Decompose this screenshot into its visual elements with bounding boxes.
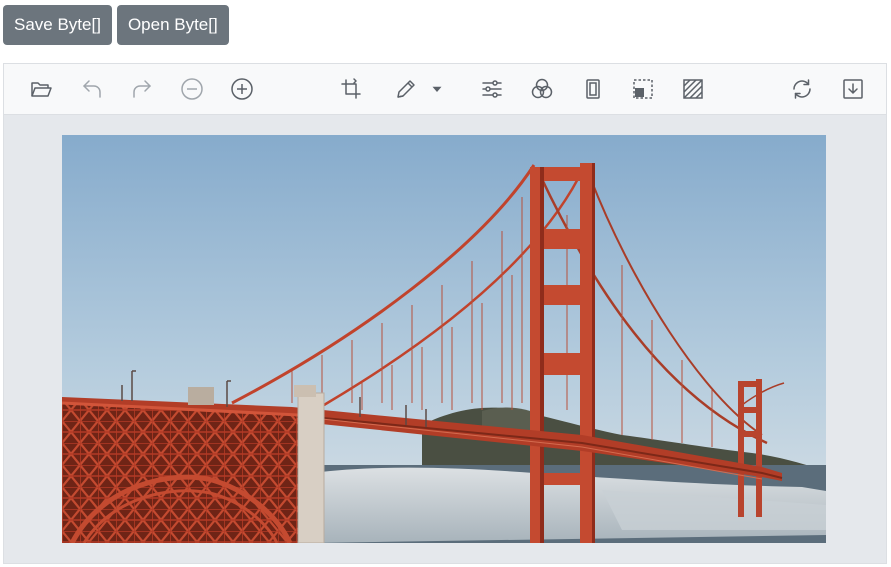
frame-tool[interactable]: [580, 76, 606, 102]
selection-icon: [633, 79, 653, 99]
zoom-out-icon: [181, 78, 203, 100]
save-byte-button[interactable]: Save Byte[]: [3, 5, 112, 45]
hatch-pattern-icon: [683, 79, 703, 99]
reset-icon: [793, 79, 811, 99]
adjust-sliders-icon: [482, 80, 502, 98]
zoom-out-tool[interactable]: [179, 76, 205, 102]
draw-dropdown-toggle[interactable]: [428, 76, 446, 102]
draw-tool[interactable]: [393, 76, 419, 102]
undo-tool[interactable]: [79, 76, 105, 102]
folder-open-icon: [31, 82, 52, 97]
redo-icon: [133, 80, 151, 98]
pattern-tool[interactable]: [680, 76, 706, 102]
image-editor: [3, 63, 887, 564]
undo-icon: [83, 80, 101, 98]
chevron-down-icon: [432, 86, 442, 92]
selection-tool[interactable]: [630, 76, 656, 102]
zoom-in-icon: [231, 78, 253, 100]
adjust-tool[interactable]: [479, 76, 505, 102]
canvas-area: [4, 115, 886, 563]
download-tool[interactable]: [840, 76, 866, 102]
editor-toolbar: [4, 64, 886, 115]
filter-circles-icon: [531, 78, 553, 99]
reset-tool[interactable]: [789, 76, 815, 102]
top-button-bar: Save Byte[] Open Byte[]: [3, 5, 229, 45]
zoom-in-tool[interactable]: [229, 76, 255, 102]
frame-icon: [586, 79, 600, 99]
filter-tool[interactable]: [529, 76, 555, 102]
open-byte-button[interactable]: Open Byte[]: [116, 5, 229, 45]
crop-icon: [341, 78, 361, 99]
redo-tool[interactable]: [129, 76, 155, 102]
pencil-icon: [397, 80, 415, 98]
open-file-tool[interactable]: [28, 76, 54, 102]
bridge-photo[interactable]: [62, 135, 826, 543]
download-icon: [843, 79, 863, 99]
crop-tool[interactable]: [338, 76, 364, 102]
